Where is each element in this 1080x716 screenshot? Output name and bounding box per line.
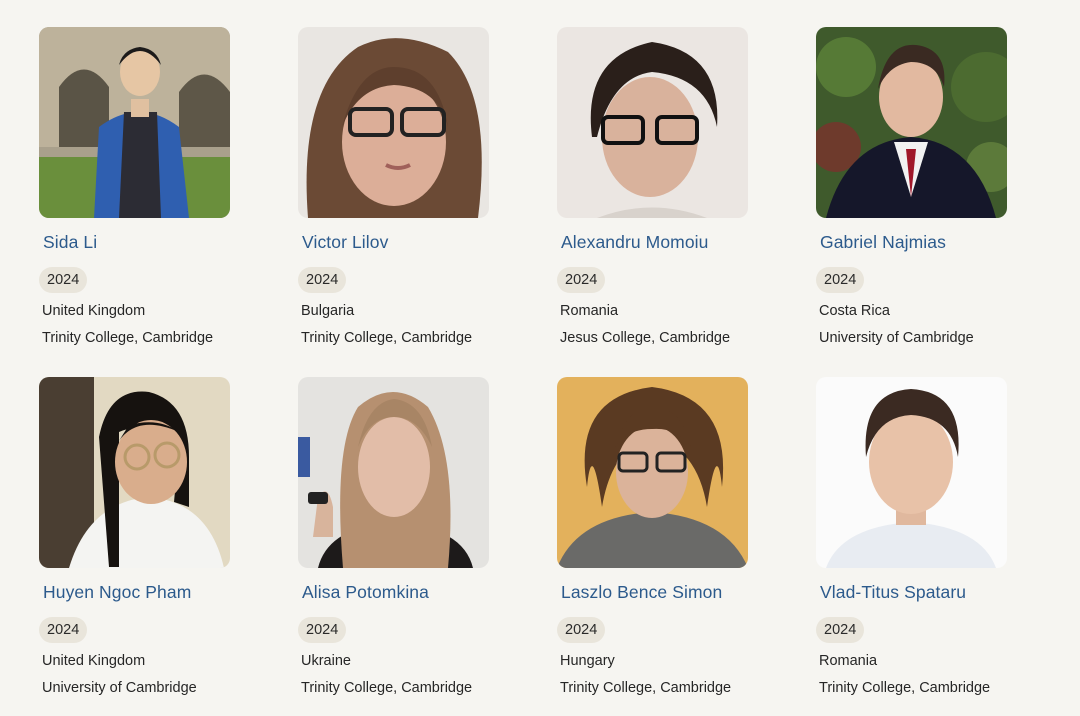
person-country: Romania <box>560 303 619 319</box>
portrait-photo[interactable] <box>816 377 1007 568</box>
person-country: Ukraine <box>301 653 351 669</box>
person-country: United Kingdom <box>42 303 146 319</box>
person-college: Trinity College, Cambridge <box>819 680 991 696</box>
person-name-link[interactable]: Alisa Potomkina <box>302 581 498 603</box>
person-card: Huyen Ngoc Pham 2024 United Kingdom Univ… <box>39 377 239 698</box>
person-country: Hungary <box>560 653 615 669</box>
person-card: Vlad-Titus Spataru 2024 Romania Trinity … <box>816 377 1016 698</box>
person-college: University of Cambridge <box>42 680 197 696</box>
person-country: United Kingdom <box>42 653 146 669</box>
person-college: Jesus College, Cambridge <box>560 330 731 346</box>
person-country: Romania <box>819 653 878 669</box>
people-grid: Sida Li 2024 United Kingdom Trinity Coll… <box>0 0 1080 716</box>
year-badge: 2024 <box>557 617 606 643</box>
person-name-link[interactable]: Victor Lilov <box>302 231 498 253</box>
person-name-link[interactable]: Gabriel Najmias <box>820 231 1016 253</box>
person-card: Sida Li 2024 United Kingdom Trinity Coll… <box>39 27 239 348</box>
year-badge: 2024 <box>557 267 606 293</box>
person-name-link[interactable]: Sida Li <box>43 231 239 253</box>
portrait-photo[interactable] <box>557 27 748 218</box>
person-name-link[interactable]: Alexandru Momoiu <box>561 231 757 253</box>
portrait-photo[interactable] <box>39 27 230 218</box>
person-card: Alexandru Momoiu 2024 Romania Jesus Coll… <box>557 27 757 348</box>
person-college: Trinity College, Cambridge <box>42 330 214 346</box>
person-card: Gabriel Najmias 2024 Costa Rica Universi… <box>816 27 1016 348</box>
portrait-photo[interactable] <box>816 27 1007 218</box>
year-badge: 2024 <box>816 267 865 293</box>
portrait-photo[interactable] <box>557 377 748 568</box>
portrait-photo[interactable] <box>298 27 489 218</box>
year-badge: 2024 <box>816 617 865 643</box>
year-badge: 2024 <box>298 267 347 293</box>
person-card: Alisa Potomkina 2024 Ukraine Trinity Col… <box>298 377 498 698</box>
year-badge: 2024 <box>39 267 88 293</box>
person-name-link[interactable]: Vlad-Titus Spataru <box>820 581 1016 603</box>
person-college: Trinity College, Cambridge <box>301 680 473 696</box>
year-badge: 2024 <box>39 617 88 643</box>
portrait-photo[interactable] <box>298 377 489 568</box>
portrait-photo[interactable] <box>39 377 230 568</box>
person-country: Bulgaria <box>301 303 355 319</box>
year-badge: 2024 <box>298 617 347 643</box>
person-country: Costa Rica <box>819 303 890 319</box>
person-name-link[interactable]: Huyen Ngoc Pham <box>43 581 239 603</box>
person-college: Trinity College, Cambridge <box>560 680 732 696</box>
person-name-link[interactable]: Laszlo Bence Simon <box>561 581 757 603</box>
person-college: Trinity College, Cambridge <box>301 330 473 346</box>
person-college: University of Cambridge <box>819 330 974 346</box>
person-card: Victor Lilov 2024 Bulgaria Trinity Colle… <box>298 27 498 348</box>
person-card: Laszlo Bence Simon 2024 Hungary Trinity … <box>557 377 757 698</box>
